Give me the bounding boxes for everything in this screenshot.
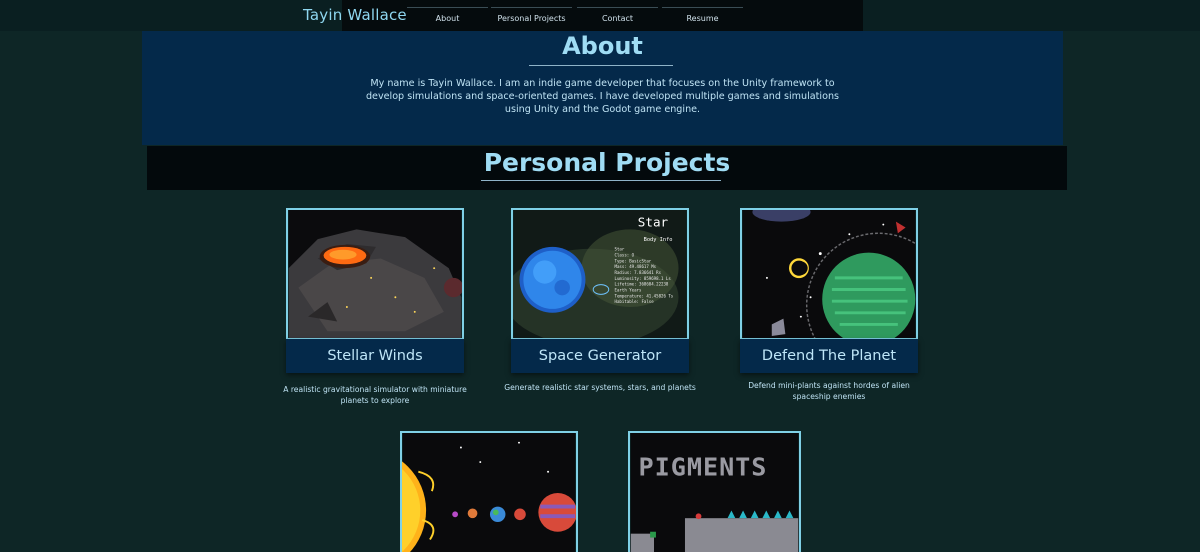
space-generator-line: Luminosity: 859698.1 Ls (615, 276, 672, 281)
about-section: About My name is Tayin Wallace. I am an … (142, 31, 1063, 145)
project-card-pigments[interactable]: PIGMENTS (628, 431, 801, 552)
pigments-logo: PIGMENTS (639, 453, 768, 482)
site-brand[interactable]: Tayin Wallace (303, 6, 407, 24)
project-card-space-generator[interactable]: Star Body Info Star Class: O Type: Basic… (511, 208, 689, 340)
space-generator-line: Mass: 49.48617 Ms (615, 264, 657, 269)
projects-title: Personal Projects (483, 148, 731, 177)
solar-system-image (402, 433, 576, 552)
nav-link-personal-projects[interactable]: Personal Projects (491, 7, 572, 29)
defend-the-planet-image (742, 210, 916, 338)
about-title: About (562, 32, 643, 60)
space-generator-line: Radius: 7.836641 Rs (615, 270, 662, 275)
space-generator-line: Class: O (615, 253, 635, 258)
project-card-defend-the-planet[interactable] (740, 208, 918, 340)
space-generator-line: Lifetime: 368604.22238 (615, 282, 669, 287)
stellar-winds-image (288, 210, 462, 338)
nav-link-contact[interactable]: Contact (577, 7, 658, 29)
project-title-stellar-winds[interactable]: Stellar Winds (286, 339, 464, 373)
space-generator-line: Earth Years (615, 287, 642, 292)
about-divider (529, 65, 673, 66)
space-generator-line: Star (615, 247, 625, 252)
project-title-defend-the-planet[interactable]: Defend The Planet (740, 339, 918, 373)
projects-header: Personal Projects (147, 146, 1067, 190)
space-generator-image: Star Body Info Star Class: O Type: Basic… (513, 210, 687, 338)
project-description-stellar-winds: A realistic gravitational simulator with… (283, 385, 467, 405)
project-card-solar-system[interactable] (400, 431, 578, 552)
space-generator-line: Type: BasicStar (615, 258, 652, 263)
space-generator-line: Temperature: 41.45826 Ts (615, 293, 674, 298)
nav-link-about[interactable]: About (407, 7, 488, 29)
projects-divider (481, 180, 721, 181)
space-generator-heading: Star (638, 214, 669, 229)
project-description-defend-the-planet: Defend mini-plants against hordes of ali… (748, 381, 910, 401)
space-generator-subheading: Body Info (644, 237, 673, 243)
nav-link-resume[interactable]: Resume (662, 7, 743, 29)
pigments-image: PIGMENTS (630, 433, 799, 552)
project-title-space-generator[interactable]: Space Generator (511, 339, 689, 373)
about-text: My name is Tayin Wallace. I am an indie … (365, 78, 840, 115)
project-description-space-generator: Generate realistic star systems, stars, … (504, 383, 696, 392)
project-card-stellar-winds[interactable] (286, 208, 464, 340)
space-generator-line: Habitable: False (615, 299, 655, 304)
